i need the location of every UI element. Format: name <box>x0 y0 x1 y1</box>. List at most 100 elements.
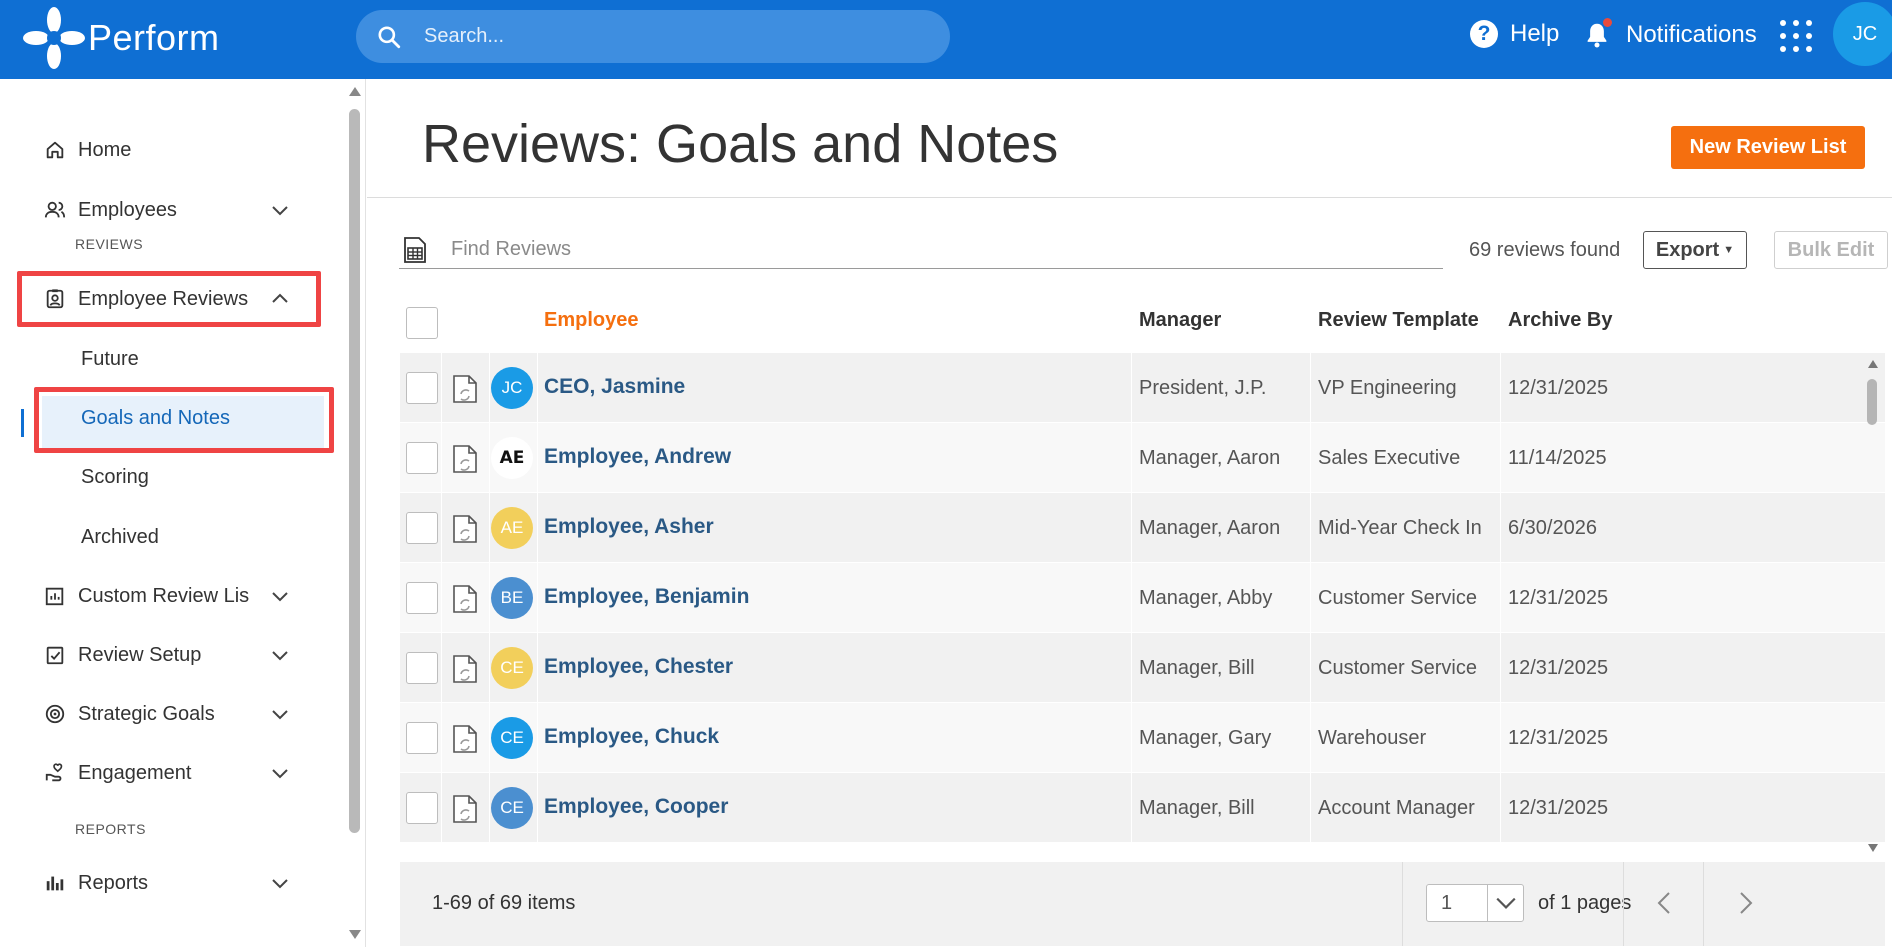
notifications-button[interactable]: Notifications <box>1582 18 1757 50</box>
bulk-edit-button[interactable]: Bulk Edit <box>1774 231 1888 269</box>
column-divider <box>1131 423 1132 493</box>
items-count: 1-69 of 69 items <box>432 892 576 914</box>
employee-name-link[interactable]: Employee, Benjamin <box>544 585 749 609</box>
sidebar-item-home[interactable]: Home <box>44 130 131 170</box>
find-reviews-input[interactable]: Find Reviews <box>399 231 1443 269</box>
archive-by-cell: 11/14/2025 <box>1508 447 1607 469</box>
main-content: Reviews: Goals and Notes New Review List… <box>367 79 1892 947</box>
employee-name-link[interactable]: Employee, Asher <box>544 515 714 539</box>
search-input[interactable]: Search... <box>356 10 950 63</box>
sidebar: Home Employees REVIEWS Employee Reviews … <box>0 79 366 947</box>
sidebar-item-review-setup[interactable]: Review Setup <box>44 635 201 675</box>
sidebar-item-future[interactable]: Future <box>81 348 139 371</box>
column-header-manager[interactable]: Manager <box>1139 309 1221 332</box>
column-divider <box>1500 633 1501 703</box>
footer-divider <box>1703 862 1704 946</box>
table-row[interactable]: AE Employee, Andrew Manager, Aaron Sales Ex… <box>400 423 1885 493</box>
column-divider <box>1131 563 1132 633</box>
scroll-up-arrow-icon[interactable] <box>347 85 363 97</box>
help-icon: ? <box>1470 20 1498 48</box>
row-checkbox[interactable] <box>406 652 438 684</box>
table-scrollbar[interactable] <box>1867 379 1877 425</box>
row-checkbox[interactable] <box>406 512 438 544</box>
apps-grid-icon[interactable] <box>1780 20 1812 52</box>
sidebar-item-scoring[interactable]: Scoring <box>81 466 149 489</box>
table-row[interactable]: AE Employee, Asher Manager, Aaron Mid-Year … <box>400 493 1885 563</box>
section-label-reports: REPORTS <box>75 821 146 837</box>
sidebar-item-reports[interactable]: Reports <box>44 863 148 903</box>
row-checkbox[interactable] <box>406 722 438 754</box>
employee-avatar: AE <box>491 437 533 479</box>
page-select[interactable]: 1 <box>1426 884 1524 922</box>
previous-page-icon[interactable] <box>1650 888 1680 918</box>
manager-cell: Manager, Aaron <box>1139 447 1281 469</box>
column-header-employee[interactable]: Employee <box>544 309 638 332</box>
row-checkbox[interactable] <box>406 582 438 614</box>
column-divider <box>537 633 538 703</box>
scroll-down-arrow-icon[interactable] <box>347 929 363 941</box>
chevron-down-icon[interactable] <box>1487 885 1523 921</box>
export-button[interactable]: Export ▼ <box>1643 231 1747 269</box>
column-divider <box>441 353 442 423</box>
column-divider <box>537 563 538 633</box>
employee-avatar: AE <box>491 507 533 549</box>
review-document-icon[interactable] <box>452 374 478 404</box>
table-body: JC CEO, Jasmine President, J.P. VP Engineer… <box>400 353 1885 850</box>
next-page-icon[interactable] <box>1730 888 1760 918</box>
column-divider <box>489 563 490 633</box>
employee-avatar: JC <box>491 367 533 409</box>
sidebar-item-archived[interactable]: Archived <box>81 526 159 549</box>
row-checkbox[interactable] <box>406 792 438 824</box>
sidebar-item-employees[interactable]: Employees <box>44 190 304 230</box>
chevron-down-icon[interactable] <box>270 763 290 783</box>
chevron-down-icon[interactable] <box>270 704 290 724</box>
column-header-review-template[interactable]: Review Template <box>1318 309 1479 332</box>
review-document-icon[interactable] <box>452 584 478 614</box>
sidebar-item-strategic-goals[interactable]: Strategic Goals <box>44 694 215 734</box>
table-scroll-up-icon[interactable] <box>1867 359 1879 369</box>
row-checkbox[interactable] <box>406 372 438 404</box>
review-document-icon[interactable] <box>452 444 478 474</box>
table-row[interactable]: JC CEO, Jasmine President, J.P. VP Engineer… <box>400 353 1885 423</box>
help-button[interactable]: ? Help <box>1470 20 1559 48</box>
user-avatar[interactable]: JC <box>1833 2 1892 66</box>
review-document-icon[interactable] <box>452 654 478 684</box>
column-divider <box>1131 703 1132 773</box>
employee-name-link[interactable]: CEO, Jasmine <box>544 375 685 399</box>
new-review-list-button[interactable]: New Review List <box>1671 126 1865 169</box>
manager-cell: Manager, Bill <box>1139 657 1255 679</box>
column-divider <box>1310 633 1311 703</box>
employee-name-link[interactable]: Employee, Chester <box>544 655 733 679</box>
chevron-down-icon[interactable] <box>270 586 290 606</box>
review-document-icon[interactable] <box>452 514 478 544</box>
table-scroll-down-icon[interactable] <box>1867 843 1879 853</box>
app-logo[interactable]: Perform <box>22 6 220 70</box>
chevron-down-icon[interactable] <box>270 873 290 893</box>
table-row[interactable]: BE Employee, Benjamin Manager, Abby Custome… <box>400 563 1885 633</box>
review-document-icon[interactable] <box>452 794 478 824</box>
row-checkbox[interactable] <box>406 442 438 474</box>
column-divider <box>537 493 538 563</box>
archive-by-cell: 12/31/2025 <box>1508 377 1609 399</box>
sidebar-item-engagement[interactable]: Engagement <box>44 753 191 793</box>
top-bar: Perform Search... ? Help Notifications J… <box>0 0 1892 79</box>
chart-list-icon <box>45 587 64 606</box>
table-row[interactable]: CE Employee, Chuck Manager, Gary Warehouser… <box>400 703 1885 773</box>
sidebar-scrollbar[interactable] <box>349 109 360 833</box>
chevron-down-icon[interactable] <box>270 200 290 220</box>
column-divider <box>489 633 490 703</box>
employee-name-link[interactable]: Employee, Cooper <box>544 795 728 819</box>
table-row[interactable]: CE Employee, Chester Manager, Bill Customer… <box>400 633 1885 703</box>
column-divider <box>1310 773 1311 843</box>
archive-by-cell: 12/31/2025 <box>1508 797 1609 819</box>
search-placeholder: Search... <box>424 25 505 47</box>
employee-name-link[interactable]: Employee, Andrew <box>544 445 731 469</box>
employee-name-link[interactable]: Employee, Chuck <box>544 725 719 749</box>
review-document-icon[interactable] <box>452 724 478 754</box>
select-all-checkbox[interactable] <box>406 307 438 339</box>
chevron-down-icon[interactable] <box>270 645 290 665</box>
table-row[interactable]: CE Employee, Cooper Manager, Bill Account M… <box>400 773 1885 843</box>
column-divider <box>489 423 490 493</box>
column-header-archive-by[interactable]: Archive By <box>1508 309 1613 332</box>
sidebar-item-custom-review-lists[interactable]: Custom Review Lis <box>44 576 254 616</box>
